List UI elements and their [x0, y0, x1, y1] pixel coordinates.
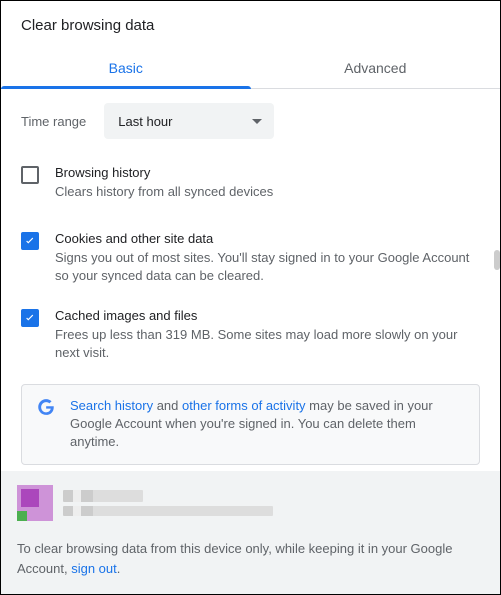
- search-history-link[interactable]: Search history: [70, 398, 153, 413]
- google-account-info: Search history and other forms of activi…: [21, 384, 480, 465]
- check-icon: [23, 234, 37, 248]
- time-range-value: Last hour: [118, 114, 172, 129]
- google-icon: [36, 397, 56, 417]
- other-activity-link[interactable]: other forms of activity: [182, 398, 306, 413]
- dialog-title: Clear browsing data: [21, 17, 480, 34]
- profile-row: [17, 485, 484, 521]
- info-text: Search history and other forms of activi…: [70, 397, 465, 452]
- option-browsing-history: Browsing history Clears history from all…: [21, 165, 480, 201]
- sign-out-link[interactable]: sign out: [71, 561, 117, 576]
- footer-text: To clear browsing data from this device …: [17, 539, 484, 578]
- option-cookies: Cookies and other site data Signs you ou…: [21, 231, 480, 285]
- scrollbar[interactable]: [494, 81, 500, 418]
- tab-basic[interactable]: Basic: [1, 48, 251, 88]
- redacted-profile-info: [63, 490, 273, 516]
- footer: To clear browsing data from this device …: [1, 471, 500, 594]
- checkbox-cache[interactable]: [21, 309, 39, 327]
- option-title: Browsing history: [55, 165, 480, 180]
- tab-advanced[interactable]: Advanced: [251, 48, 501, 88]
- checkbox-cookies[interactable]: [21, 232, 39, 250]
- option-title: Cached images and files: [55, 308, 480, 323]
- option-desc: Frees up less than 319 MB. Some sites ma…: [55, 326, 480, 362]
- chevron-down-icon: [252, 119, 262, 124]
- option-desc: Signs you out of most sites. You'll stay…: [55, 249, 480, 285]
- avatar: [17, 485, 53, 521]
- check-icon: [23, 311, 37, 325]
- option-title: Cookies and other site data: [55, 231, 480, 246]
- option-desc: Clears history from all synced devices: [55, 183, 480, 201]
- tabs: Basic Advanced: [1, 48, 500, 89]
- time-range-select[interactable]: Last hour: [104, 103, 274, 139]
- checkbox-browsing-history[interactable]: [21, 166, 39, 184]
- time-range-label: Time range: [21, 114, 86, 129]
- option-cache: Cached images and files Frees up less th…: [21, 308, 480, 362]
